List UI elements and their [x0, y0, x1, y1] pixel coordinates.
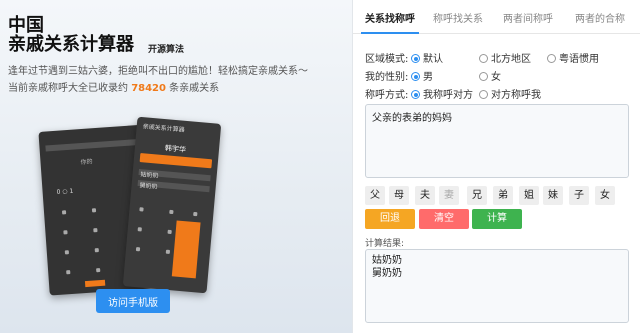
region-mode-row: 区域模式: 默认 北方地区 粤语惯用 [365, 50, 635, 65]
key-husband[interactable]: 夫 [415, 186, 435, 205]
key-younger-sister[interactable]: 妹 [543, 186, 563, 205]
page-title-line2: 亲戚关系计算器 [8, 34, 134, 55]
phone-mockup-front: 亲戚关系计算器 韩宇华 姑奶奶 舅奶奶 [122, 116, 222, 294]
address-mode-label: 称呼方式: [365, 90, 409, 101]
page-title-line1: 中国 [8, 15, 44, 36]
key-wife[interactable]: 妻 [439, 186, 459, 205]
region-default-radio[interactable]: 默认 [411, 50, 443, 65]
key-elder-brother[interactable]: 兄 [467, 186, 487, 205]
calculate-button[interactable]: 计算 [472, 209, 522, 229]
key-mother[interactable]: 母 [389, 186, 409, 205]
tab-mutual-title[interactable]: 两者间称呼 [499, 8, 557, 34]
gender-male-radio[interactable]: 男 [411, 68, 433, 83]
relation-count: 78420 [131, 83, 166, 94]
region-north-radio[interactable]: 北方地区 [479, 50, 531, 65]
address-i-call-radio[interactable]: 我称呼对方 [411, 86, 473, 101]
open-source-link[interactable]: 开源算法 [148, 42, 184, 55]
tab-bar: 关系找称呼 称呼找关系 两者间称呼 两者的合称 [353, 8, 640, 34]
result-item: 姑奶奶 [372, 255, 402, 266]
phone-mockups: 你的 0 ○ 1 亲戚关系计算器 韩宇华 姑奶奶 舅奶奶 [38, 116, 224, 296]
tab-combined-title[interactable]: 两者的合称 [571, 8, 629, 34]
result-box: 姑奶奶 舅奶奶 [365, 249, 629, 323]
calculator-panel: 关系找称呼 称呼找关系 两者间称呼 两者的合称 区域模式: 默认 北方地区 粤语… [352, 0, 640, 333]
description-prefix: 当前亲戚称呼大全已收录约 [8, 83, 128, 94]
key-son[interactable]: 子 [569, 186, 589, 205]
backspace-button[interactable]: 回退 [365, 209, 415, 229]
phone-front-row2: 舅奶奶 [139, 182, 158, 191]
key-younger-brother[interactable]: 弟 [493, 186, 513, 205]
description-line1: 逢年过节遇到三姑六婆，拒绝叫不出口的尴尬！轻松搞定亲戚关系～ [8, 66, 308, 77]
gender-female-radio[interactable]: 女 [479, 68, 501, 83]
phone-front-name: 韩宇华 [164, 144, 187, 154]
phone-front-row1: 姑奶奶 [140, 171, 159, 180]
result-item: 舅奶奶 [372, 268, 402, 279]
key-elder-sister[interactable]: 姐 [519, 186, 539, 205]
gender-label: 我的性别: [365, 72, 409, 83]
hero-section: 中国 亲戚关系计算器 开源算法 逢年过节遇到三姑六婆，拒绝叫不出口的尴尬！轻松搞… [0, 0, 352, 333]
result-label: 计算结果: [365, 239, 405, 249]
clear-button[interactable]: 清空 [419, 209, 469, 229]
key-father[interactable]: 父 [365, 186, 385, 205]
description-line2: 当前亲戚称呼大全已收录约 78420 条亲戚关系 [8, 79, 219, 94]
description-suffix: 条亲戚关系 [169, 83, 220, 94]
gender-row: 我的性别: 男 女 [365, 68, 635, 83]
region-cantonese-radio[interactable]: 粤语惯用 [547, 50, 599, 65]
phone-front-header: 亲戚关系计算器 [142, 123, 185, 134]
address-they-call-radio[interactable]: 对方称呼我 [479, 86, 541, 101]
visit-mobile-button[interactable]: 访问手机版 [96, 289, 170, 313]
region-mode-label: 区域模式: [365, 54, 409, 65]
tab-title-to-relation[interactable]: 称呼找关系 [429, 8, 487, 34]
key-daughter[interactable]: 女 [595, 186, 615, 205]
address-mode-row: 称呼方式: 我称呼对方 对方称呼我 [365, 86, 635, 101]
relation-input[interactable]: 父亲的表弟的妈妈 [365, 104, 629, 178]
tab-relation-to-title[interactable]: 关系找称呼 [361, 8, 419, 34]
